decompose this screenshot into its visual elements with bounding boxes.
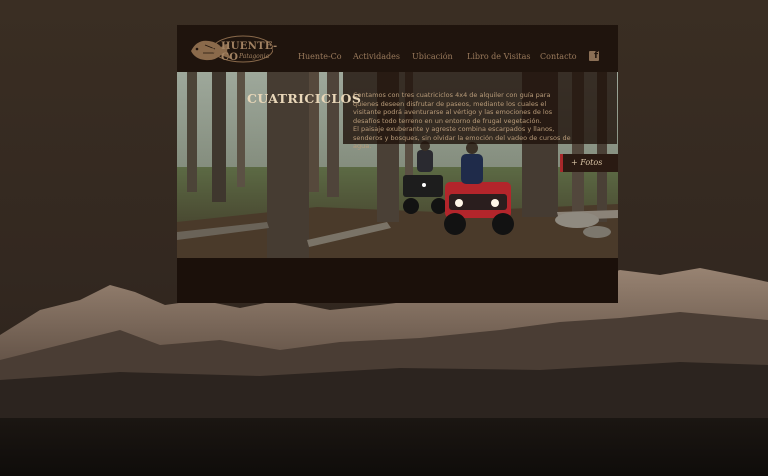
fotos-link[interactable]: + Fotos: [560, 154, 618, 172]
nav-item-contacto[interactable]: Contacto: [540, 52, 577, 61]
description-paragraph: El paisaje exuberante y agreste combina …: [353, 125, 571, 150]
footer-band: [177, 258, 618, 303]
facebook-icon[interactable]: f: [589, 51, 599, 61]
nav-item-huente-co[interactable]: Huente-Co: [298, 52, 342, 61]
nav-item-actividades[interactable]: Actividades: [353, 52, 400, 61]
section-description: Contamos con tres cuatriciclos 4x4 de al…: [353, 91, 573, 151]
main-nav: Huente-Co Actividades Ubicación Libro de…: [177, 52, 618, 66]
section-title: CUATRICICLOS: [247, 91, 362, 106]
nav-item-ubicacion[interactable]: Ubicación: [412, 52, 453, 61]
description-paragraph: Contamos con tres cuatriciclos 4x4 de al…: [353, 91, 553, 125]
site-panel: HUENTE-CO Patagonia Huente-Co Actividade…: [177, 25, 618, 303]
header: HUENTE-CO Patagonia Huente-Co Actividade…: [177, 25, 618, 72]
hero-photo: CUATRICICLOS Contamos con tres cuatricic…: [177, 72, 618, 258]
nav-item-libro-de-visitas[interactable]: Libro de Visitas: [467, 52, 531, 61]
